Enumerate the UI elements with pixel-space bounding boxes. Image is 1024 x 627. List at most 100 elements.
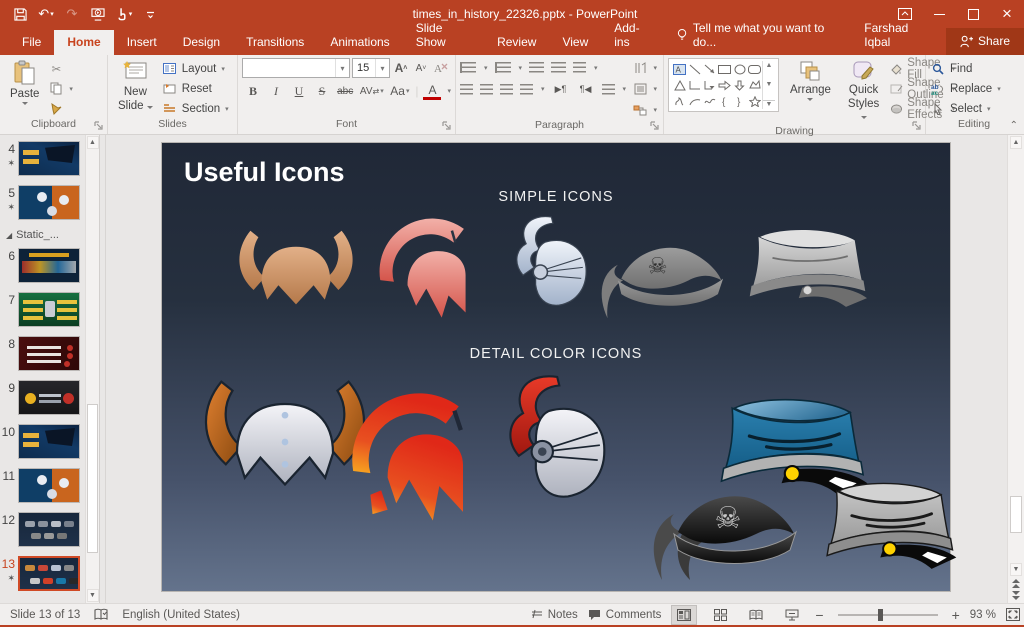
increase-indent-button[interactable] (551, 62, 566, 73)
new-slide-dropdown-icon[interactable] (147, 106, 153, 109)
character-spacing-button[interactable]: AV⇄▾ (359, 82, 384, 100)
spartan-helmet-simple-icon[interactable] (370, 205, 498, 333)
pirate-hat-simple-icon[interactable]: ☠ (592, 219, 730, 333)
editor-scroll-down-icon[interactable]: ▼ (1010, 563, 1022, 576)
align-text-button[interactable]: ▾ (632, 80, 657, 97)
shapes-gallery[interactable]: A { (668, 58, 779, 112)
next-slide-button[interactable] (1012, 591, 1020, 600)
justify-button[interactable] (520, 84, 533, 95)
numbering-button[interactable] (495, 62, 511, 73)
grow-font-button[interactable]: A˄ (392, 59, 410, 77)
slide-7-thumb-image[interactable] (18, 292, 80, 327)
tab-animations[interactable]: Animations (317, 30, 402, 55)
notes-button[interactable]: Notes (531, 609, 578, 621)
slide-thumbnail-10[interactable]: 10 (2, 424, 85, 459)
touch-mouse-mode-button[interactable]: ▾ (112, 3, 136, 25)
viking-helmet-simple-icon[interactable] (228, 215, 364, 333)
copy-button[interactable]: ▾ (48, 80, 73, 97)
paste-button[interactable]: Paste (4, 58, 45, 107)
arrow-shape-icon[interactable] (704, 64, 716, 75)
slide-thumbnail-11[interactable]: 11 (2, 468, 85, 503)
font-color-dropdown-icon[interactable]: ▾ (447, 87, 451, 95)
section-button[interactable]: Section▾ (162, 100, 229, 117)
bullets-button[interactable] (460, 62, 476, 73)
panel-scroll-up-icon[interactable]: ▲ (87, 136, 99, 149)
paragraph-dialog-launcher[interactable] (649, 120, 661, 132)
signed-in-user[interactable]: Farshad Iqbal (850, 16, 946, 55)
reset-button[interactable]: Reset (162, 80, 229, 97)
shapes-grid[interactable]: A { (672, 61, 762, 109)
editor-scroll-up-icon[interactable]: ▲ (1010, 136, 1022, 149)
change-case-button[interactable]: Aa▾ (389, 82, 410, 100)
cut-button[interactable]: ✂ (48, 60, 73, 77)
text-direction-rtl-icon[interactable]: ¶◀ (577, 80, 595, 98)
tab-review[interactable]: Review (484, 30, 549, 55)
arc-shape-icon[interactable] (689, 96, 701, 107)
pirate-hat-detail-icon[interactable]: ☠ (644, 471, 804, 587)
zoom-in-button[interactable]: + (952, 607, 960, 623)
italic-button[interactable]: I (267, 82, 285, 100)
subscript-abc-button[interactable]: abc (336, 82, 354, 100)
font-name-combo[interactable]: ▾ (242, 58, 350, 78)
editor-scrollbar[interactable]: ▲ ▼ (1007, 135, 1024, 603)
share-button[interactable]: Share (946, 28, 1024, 55)
triangle-shape-icon[interactable] (674, 80, 686, 91)
slide-thumbnail-7[interactable]: 7 (2, 292, 85, 327)
undo-button[interactable]: ↶▾ (34, 3, 58, 25)
slide-indicator[interactable]: Slide 13 of 13 (10, 609, 80, 621)
fit-slide-to-window-icon[interactable] (1006, 608, 1020, 621)
text-box-shape-icon[interactable]: A (673, 64, 686, 75)
columns-button[interactable] (602, 84, 615, 95)
slide-thumbnail-12[interactable]: 12 (2, 512, 85, 547)
section-header[interactable]: ◢ Static_... (6, 229, 85, 241)
text-direction-button[interactable]: ▾ (632, 59, 657, 76)
decrease-indent-button[interactable] (529, 62, 544, 73)
tab-slide-show[interactable]: Slide Show (403, 16, 484, 55)
slide-11-thumb-image[interactable] (18, 468, 80, 503)
shapes-scroll-down-icon[interactable]: ▼ (766, 81, 773, 88)
paste-dropdown-icon[interactable] (22, 102, 28, 105)
slide-thumbnail-5[interactable]: 5✶ (2, 185, 85, 220)
font-size-combo[interactable]: 15 ▾ (352, 58, 390, 78)
zoom-slider[interactable] (838, 614, 938, 616)
freeform-shape-icon[interactable] (749, 80, 761, 91)
align-right-button[interactable] (500, 84, 513, 95)
font-color-button[interactable]: A (423, 82, 441, 100)
slide-thumbnail-4[interactable]: 4✶ (2, 141, 85, 176)
rounded-rect-shape-icon[interactable] (748, 64, 761, 75)
arrange-button[interactable]: Arrange (784, 58, 837, 103)
slide-thumbnail-6[interactable]: 6 (2, 248, 85, 283)
slide-6-thumb-image[interactable] (18, 248, 80, 283)
slide-thumbnail-13-selected[interactable]: 13✶ (2, 556, 85, 591)
clipboard-dialog-launcher[interactable] (93, 120, 105, 132)
start-slideshow-button[interactable] (86, 3, 110, 25)
right-brace-shape-icon[interactable]: } (736, 96, 744, 107)
text-direction-ltr-icon[interactable]: ▶¶ (552, 80, 570, 98)
slide-sorter-view-button[interactable] (707, 605, 733, 625)
tab-file[interactable]: File (0, 30, 54, 55)
right-arrow-shape-icon[interactable] (718, 80, 731, 91)
shapes-more-icon[interactable]: ▼ (763, 100, 775, 108)
tab-home[interactable]: Home (54, 30, 113, 55)
zoom-out-button[interactable]: − (815, 607, 823, 623)
previous-slide-button[interactable] (1012, 579, 1020, 588)
slide-10-thumb-image[interactable] (18, 424, 80, 459)
curve-shape-icon[interactable] (704, 96, 716, 107)
underline-button[interactable]: U (290, 82, 308, 100)
slide-4-thumb-image[interactable] (18, 141, 80, 176)
layout-button[interactable]: Layout▾ (162, 60, 229, 77)
tab-add-ins[interactable]: Add-ins (601, 16, 665, 55)
strikethrough-button[interactable]: S (313, 82, 331, 100)
maximize-button[interactable] (956, 0, 990, 28)
panel-scroll-down-icon[interactable]: ▼ (87, 589, 99, 602)
align-left-button[interactable] (460, 84, 473, 95)
star-shape-icon[interactable] (749, 96, 761, 107)
save-icon[interactable] (8, 3, 32, 25)
slide-title[interactable]: Useful Icons (184, 157, 345, 188)
language-indicator[interactable]: English (United States) (122, 609, 240, 621)
quick-styles-button[interactable]: Quick Styles (842, 58, 885, 124)
find-button[interactable]: Find (930, 60, 1018, 77)
thumbnail-panel-scrollbar[interactable]: ▲ ▼ (85, 135, 99, 603)
zoom-slider-thumb[interactable] (878, 609, 883, 621)
collapse-ribbon-icon[interactable]: ⌃ (1010, 120, 1018, 131)
